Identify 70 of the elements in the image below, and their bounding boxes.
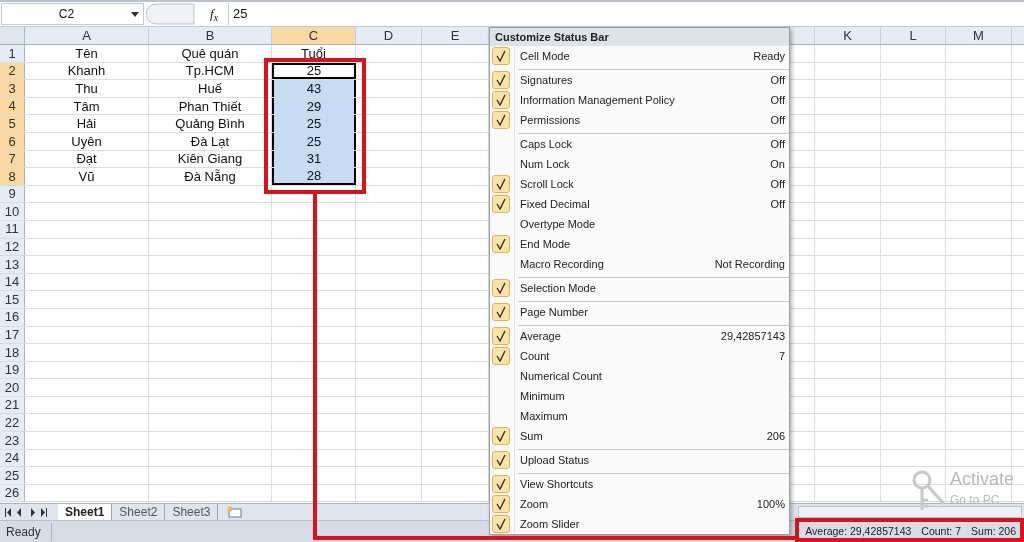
- name-box[interactable]: C2: [1, 3, 144, 25]
- row-header[interactable]: 20: [0, 379, 25, 396]
- menu-item[interactable]: Sum 206: [490, 426, 789, 450]
- row-header[interactable]: 22: [0, 414, 25, 432]
- key-icon: [912, 470, 946, 512]
- menu-item[interactable]: Upload Status: [490, 450, 789, 474]
- column-header[interactable]: C: [272, 27, 356, 44]
- row-header[interactable]: 3: [0, 80, 25, 97]
- row-header[interactable]: 13: [0, 256, 25, 273]
- row-header[interactable]: 25: [0, 467, 25, 484]
- row-header[interactable]: 1: [0, 45, 25, 62]
- menu-item[interactable]: Count 7: [490, 346, 789, 366]
- table-cell[interactable]: 28: [272, 168, 356, 185]
- menu-item[interactable]: Average 29,42857143: [490, 326, 789, 346]
- menu-item[interactable]: Permissions Off: [490, 110, 789, 134]
- formula-field[interactable]: 25: [232, 3, 1024, 25]
- table-cell[interactable]: Hải: [25, 115, 149, 132]
- row-header[interactable]: 23: [0, 432, 25, 449]
- row-header[interactable]: 10: [0, 203, 25, 220]
- column-header[interactable]: M: [946, 27, 1012, 44]
- table-cell[interactable]: Uyên: [25, 132, 149, 150]
- row-header[interactable]: 15: [0, 291, 25, 308]
- table-cell[interactable]: 43: [272, 80, 356, 97]
- column-header[interactable]: D: [356, 27, 422, 44]
- column-header[interactable]: L: [881, 27, 946, 44]
- activation-subtitle: Go to PC: [950, 491, 1001, 509]
- table-cell[interactable]: Quê quán: [149, 45, 272, 62]
- menu-item[interactable]: Maximum: [490, 406, 789, 426]
- menu-item[interactable]: Signatures Off: [490, 70, 789, 90]
- status-mode: Ready: [6, 522, 52, 541]
- menu-item[interactable]: Selection Mode: [490, 278, 789, 302]
- row-header[interactable]: 8: [0, 168, 25, 185]
- select-all-corner[interactable]: [0, 27, 25, 44]
- column-header[interactable]: A: [25, 27, 149, 44]
- status-summary: Count: 7: [921, 523, 962, 539]
- table-cell[interactable]: Vũ: [25, 168, 149, 185]
- menu-item[interactable]: Minimum: [490, 386, 789, 406]
- row-header[interactable]: 5: [0, 115, 25, 132]
- function-button[interactable]: f$_{x}$: [210, 4, 218, 24]
- insert-sheet-icon[interactable]: [226, 506, 243, 518]
- column-header[interactable]: K: [815, 27, 881, 44]
- menu-item[interactable]: Zoom 100%: [490, 494, 789, 514]
- table-cell[interactable]: Đạt: [25, 150, 149, 168]
- menu-item[interactable]: Scroll Lock Off: [490, 174, 789, 194]
- status-summary: Average: 29,42857143: [805, 523, 912, 539]
- status-summary: Sum: 206: [971, 523, 1016, 539]
- table-cell[interactable]: Tên: [25, 45, 149, 62]
- menu-item[interactable]: Zoom Slider: [490, 514, 789, 534]
- menu-item[interactable]: Information Management Policy Off: [490, 90, 789, 110]
- menu-item[interactable]: View Shortcuts: [490, 474, 789, 494]
- menu-item[interactable]: End Mode: [490, 234, 789, 254]
- table-cell[interactable]: Khanh: [25, 62, 149, 80]
- menu-item[interactable]: Cell Mode Ready: [490, 46, 789, 70]
- activation-title: Activate: [950, 468, 1015, 491]
- menu-title: Customize Status Bar: [490, 28, 789, 46]
- horizontal-scrollbar[interactable]: [798, 506, 1022, 518]
- table-cell[interactable]: Tuổi: [272, 45, 356, 62]
- menu-item[interactable]: Caps Lock Off: [490, 134, 789, 154]
- menu-item[interactable]: Numerical Count: [490, 366, 789, 386]
- table-cell[interactable]: 25: [272, 115, 356, 132]
- menu-item[interactable]: Num Lock On: [490, 154, 789, 174]
- menu-item[interactable]: Overtype Mode: [490, 214, 789, 234]
- menu-item[interactable]: Page Number: [490, 302, 789, 326]
- sheet-tab[interactable]: Sheet1: [58, 504, 113, 520]
- table-cell[interactable]: Thu: [25, 80, 149, 97]
- row-header[interactable]: 18: [0, 344, 25, 361]
- dropdown-icon[interactable]: [131, 11, 139, 17]
- menu-item[interactable]: Fixed Decimal Off: [490, 194, 789, 214]
- splitter-handle-icon[interactable]: [146, 3, 196, 25]
- table-cell[interactable]: Tâm: [25, 97, 149, 115]
